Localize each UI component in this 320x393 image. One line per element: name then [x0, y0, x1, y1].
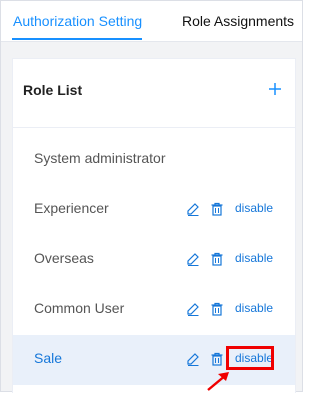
highlight-box — [226, 346, 274, 370]
tab-bar: Authorization Setting Role Assignments — [1, 1, 302, 42]
disable-link[interactable]: disable — [235, 251, 273, 265]
edit-icon[interactable] — [186, 202, 200, 216]
tab-authorization-setting[interactable]: Authorization Setting — [13, 1, 142, 41]
active-tab-indicator — [12, 38, 142, 40]
disable-link[interactable]: disable — [235, 301, 273, 315]
role-label: Common User — [34, 300, 125, 316]
plus-icon[interactable] — [267, 81, 283, 97]
role-label: System administrator — [34, 150, 166, 166]
edit-icon[interactable] — [186, 302, 200, 316]
tab-divider — [1, 41, 302, 42]
header-divider — [13, 127, 295, 128]
trash-icon[interactable] — [210, 252, 224, 266]
role-list-title: Role List — [23, 82, 83, 98]
app-frame: Authorization Setting Role Assignments R… — [0, 0, 303, 393]
trash-icon[interactable] — [210, 202, 224, 216]
trash-icon[interactable] — [210, 302, 224, 316]
disable-link[interactable]: disable — [235, 201, 273, 215]
role-label: Experiencer — [34, 200, 109, 216]
role-row-common-user[interactable]: Common User disable — [13, 285, 295, 335]
role-row-system-administrator[interactable]: System administrator — [13, 135, 295, 185]
edit-icon[interactable] — [186, 352, 200, 366]
role-row-overseas[interactable]: Overseas disable — [13, 235, 295, 285]
role-list-card: Role List System administrator Experienc… — [12, 58, 296, 393]
role-label: Overseas — [34, 250, 94, 266]
edit-icon[interactable] — [186, 252, 200, 266]
role-row-experiencer[interactable]: Experiencer disable — [13, 185, 295, 235]
role-label: Sale — [34, 350, 63, 366]
tab-role-assignments[interactable]: Role Assignments — [182, 1, 294, 41]
trash-icon[interactable] — [210, 352, 224, 366]
arrow-icon — [207, 372, 229, 391]
role-list-header: Role List — [13, 59, 295, 119]
